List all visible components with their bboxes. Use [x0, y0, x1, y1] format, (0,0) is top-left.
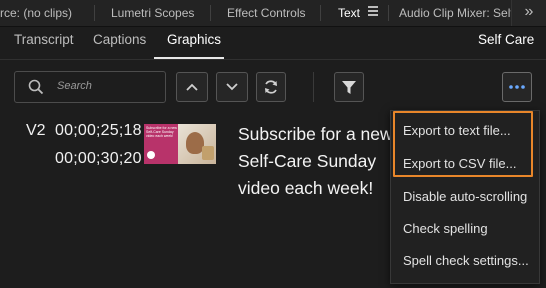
filter-icon: [342, 81, 356, 94]
sequence-name: Self Care: [478, 32, 535, 47]
graphic-thumbnail[interactable]: Subscribe for a new Self-Care Sunday vid…: [144, 124, 216, 164]
divider: [210, 5, 211, 21]
more-options-button[interactable]: [502, 72, 532, 102]
menu-item-check-spelling[interactable]: Check spelling: [403, 221, 488, 236]
tab-source-monitor[interactable]: rce: (no clips): [0, 6, 72, 20]
thumbnail-object: [202, 146, 214, 160]
search-input[interactable]: Search: [14, 71, 166, 103]
search-icon: [28, 79, 44, 95]
tab-captions[interactable]: Captions: [93, 32, 146, 47]
next-button[interactable]: [216, 72, 248, 102]
tab-graphics[interactable]: Graphics: [167, 32, 221, 47]
track-label: V2: [26, 122, 46, 139]
divider: [94, 5, 95, 21]
panel-tab-bar: rce: (no clips) Lumetri Scopes Effect Co…: [0, 0, 546, 27]
menu-item-spell-check-settings[interactable]: Spell check settings...: [403, 253, 529, 268]
thumbnail-text: Subscribe for a new Self-Care Sunday vid…: [146, 126, 177, 138]
out-timecode[interactable]: 00;00;30;20: [55, 150, 142, 168]
tab-audio-clip-mixer[interactable]: Audio Clip Mixer: Self: [399, 6, 514, 20]
chevron-up-icon: [186, 83, 198, 91]
panel-menu-icon[interactable]: [368, 6, 378, 16]
tab-transcript[interactable]: Transcript: [14, 32, 74, 47]
tab-text[interactable]: Text: [338, 6, 360, 20]
chevron-down-icon: [226, 83, 238, 91]
refresh-icon: [265, 80, 277, 94]
tab-lumetri-scopes[interactable]: Lumetri Scopes: [111, 6, 194, 20]
menu-item-disable-auto-scrolling[interactable]: Disable auto-scrolling: [403, 189, 527, 204]
caption-line-2: Self-Care Sunday: [238, 151, 377, 171]
in-timecode[interactable]: 00;00;25;18: [55, 122, 142, 140]
divider: [320, 5, 321, 21]
caption-line-3: video each week!: [238, 178, 374, 198]
filter-button[interactable]: [334, 72, 364, 102]
search-placeholder: Search: [57, 80, 92, 92]
chevron-right-icon[interactable]: »: [511, 0, 546, 26]
highlight-box: [393, 111, 533, 177]
more-icon: [509, 85, 525, 89]
toolbar-divider: [313, 72, 314, 102]
thumbs-up-icon: [147, 151, 155, 159]
divider: [0, 59, 546, 60]
tab-effect-controls[interactable]: Effect Controls: [227, 6, 305, 20]
divider: [388, 5, 389, 21]
caption-line-1: Subscribe for a new: [238, 124, 393, 144]
refresh-button[interactable]: [256, 72, 286, 102]
previous-button[interactable]: [176, 72, 208, 102]
